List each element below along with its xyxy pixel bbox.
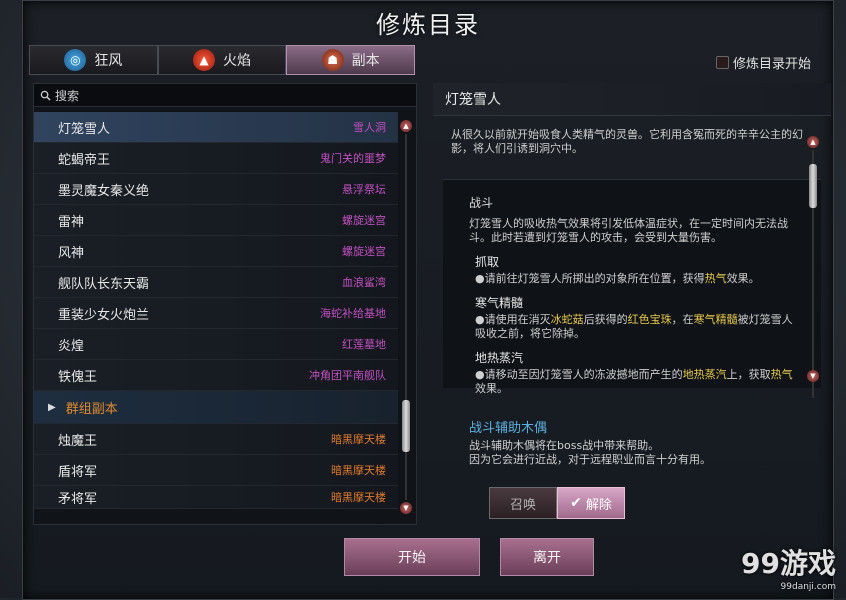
list-item[interactable]: 重装少女火炮兰 海蛇补给基地 (34, 298, 398, 329)
scroll-down-icon[interactable]: ▼ (807, 370, 819, 382)
leave-button[interactable]: 离开 (500, 538, 594, 576)
list-item[interactable]: 灯笼雪人 雪人洞 (34, 112, 398, 143)
helper-puppet-desc: 战斗辅助木偶将在boss战中带来帮助。 因为它会进行近战，对于远程职业而言十分有… (469, 439, 711, 466)
list-item[interactable]: 炎煌 红莲墓地 (34, 329, 398, 360)
group-dungeon-header[interactable]: ▶ 群组副本 (34, 391, 398, 424)
boss-location: 暗黑摩天楼 (331, 433, 386, 446)
boss-location: 螺旋迷宫 (342, 214, 386, 227)
fire-icon: ▲ (193, 49, 215, 71)
list-item[interactable]: 舰队队长东天霸 血浪鲨湾 (34, 267, 398, 298)
boss-name: 炎煌 (58, 338, 85, 354)
window-title: 修炼目录 (376, 11, 480, 39)
boss-location: 海蛇补给基地 (320, 307, 386, 320)
summon-button[interactable]: 召唤 (489, 487, 557, 519)
mechanic-desc: ●请前往灯笼雪人所掷出的对象所在位置，获得热气效果。 (475, 272, 760, 285)
boss-location: 鬼门关的噩梦 (320, 152, 386, 165)
scroll-thumb[interactable] (809, 164, 817, 208)
scroll-thumb[interactable] (402, 400, 410, 452)
tab-label: 副本 (351, 53, 380, 69)
expand-arrow-icon: ▶ (48, 401, 56, 413)
wind-icon: ◎ (64, 49, 87, 71)
search-input[interactable]: 搜索 (34, 84, 416, 107)
detail-intro: 从很久以前就开始吸食人类精气的灵兽。它利用含冤而死的辛辛公主的幻影，将人们引诱到… (451, 128, 803, 155)
boss-name: 舰队队长东天霸 (58, 276, 150, 292)
boss-name: 烛魔王 (58, 433, 98, 449)
boss-location: 暗黑摩天楼 (331, 491, 386, 504)
list-item[interactable]: 雷神 螺旋迷宫 (34, 205, 398, 236)
mechanic-title: 地热蒸汽 (475, 351, 524, 365)
boss-name: 雷神 (58, 214, 85, 230)
detail-panel: 灯笼雪人 从很久以前就开始吸食人类精气的灵兽。它利用含冤而死的辛辛公主的幻影，将… (433, 83, 831, 523)
site-watermark-logo: 99游戏 99danji.com (741, 547, 836, 592)
tab-dungeon[interactable]: ☗ 副本 (286, 45, 416, 75)
checkbox-label: 修炼目录开始 (732, 57, 811, 72)
training-catalog-window: 修炼目录 ◎ 狂风 ▲ 火焰 ☗ 副本 修炼目录开始 搜索 灯笼雪人 雪人洞 蛇… (22, 0, 834, 600)
boss-name: 矛将军 (58, 491, 98, 507)
dismiss-button[interactable]: ✔ 解除 (557, 487, 625, 519)
dungeon-list: 灯笼雪人 雪人洞 蛇蝎帝王 鬼门关的噩梦 墨灵魔女秦义绝 悬浮祭坛 雷神 螺旋迷… (34, 112, 398, 509)
boss-location: 暗黑摩天楼 (331, 464, 386, 477)
boss-name: 墨灵魔女秦义绝 (58, 183, 150, 199)
tab-wind[interactable]: ◎ 狂风 (29, 45, 158, 75)
detail-title: 灯笼雪人 (433, 83, 831, 116)
list-item[interactable]: 烛魔王 暗黑摩天楼 (34, 424, 398, 455)
list-item[interactable]: 蛇蝎帝王 鬼门关的噩梦 (34, 143, 398, 174)
scroll-up-icon[interactable]: ▲ (807, 136, 819, 148)
detail-scrollbar[interactable]: ▲ ▼ (807, 136, 819, 398)
battle-info-box: 战斗 灯笼雪人的吸收热气效果将引发低体温症状，在一定时间内无法战斗。此时若遭到灯… (443, 136, 821, 398)
tab-fire[interactable]: ▲ 火焰 (157, 45, 287, 75)
list-item[interactable]: 风神 螺旋迷宫 (34, 236, 398, 267)
group-label: 群组副本 (65, 401, 118, 417)
battle-title: 战斗 (469, 196, 494, 210)
list-item[interactable]: 盾将军 暗黑摩天楼 (34, 455, 398, 486)
checkbox-box[interactable] (715, 56, 729, 69)
list-item[interactable]: 矛将军 暗黑摩天楼 (34, 486, 398, 509)
boss-location: 红莲墓地 (342, 338, 386, 351)
boss-name: 盾将军 (58, 464, 98, 480)
mechanic-title: 寒气精髓 (475, 296, 524, 310)
boss-name: 重装少女火炮兰 (58, 307, 150, 323)
boss-name: 灯笼雪人 (58, 121, 111, 137)
boss-name: 铁傀王 (58, 369, 98, 385)
boss-location: 冲角团平南舰队 (309, 369, 386, 382)
boss-location: 血浪鲨湾 (342, 276, 386, 289)
helper-puppet-title: 战斗辅助木偶 (469, 421, 548, 436)
boss-location: 悬浮祭坛 (342, 183, 386, 196)
tab-label: 火焰 (223, 53, 251, 69)
boss-location: 螺旋迷宫 (342, 245, 386, 258)
list-scrollbar[interactable]: ▲ ▼ (400, 120, 412, 516)
list-item[interactable]: 铁傀王 冲角团平南舰队 (34, 360, 398, 391)
boss-name: 风神 (58, 245, 85, 261)
tab-label: 狂风 (94, 53, 123, 69)
auto-open-checkbox[interactable]: 修炼目录开始 (715, 53, 811, 72)
battle-desc: 灯笼雪人的吸收热气效果将引发低体温症状，在一定时间内无法战斗。此时若遭到灯笼雪人… (469, 217, 788, 244)
list-item[interactable]: 墨灵魔女秦义绝 悬浮祭坛 (34, 174, 398, 205)
scroll-up-icon[interactable]: ▲ (400, 120, 412, 132)
search-icon (40, 90, 51, 101)
mechanic-desc: ●请使用在消灭冰蛇菇后获得的红色宝珠，在寒气精髓被灯笼雪人吸收之前，将它除掉。 (475, 313, 793, 340)
dungeon-list-panel: 搜索 灯笼雪人 雪人洞 蛇蝎帝王 鬼门关的噩梦 墨灵魔女秦义绝 悬浮祭坛 雷神 … (33, 83, 417, 525)
check-icon: ✔ (570, 495, 582, 511)
scroll-down-icon[interactable]: ▼ (400, 502, 412, 514)
mechanic-desc: ●请移动至因灯笼雪人的冻波撼地而产生的地热蒸汽上，获取热气效果。 (475, 368, 793, 395)
tab-bar: ◎ 狂风 ▲ 火焰 ☗ 副本 (29, 45, 416, 75)
boss-location: 雪人洞 (353, 121, 386, 134)
boss-name: 蛇蝎帝王 (58, 152, 111, 168)
dungeon-icon: ☗ (321, 49, 344, 71)
mechanic-title: 抓取 (475, 255, 500, 269)
search-placeholder: 搜索 (55, 88, 80, 103)
start-button[interactable]: 开始 (344, 538, 480, 576)
